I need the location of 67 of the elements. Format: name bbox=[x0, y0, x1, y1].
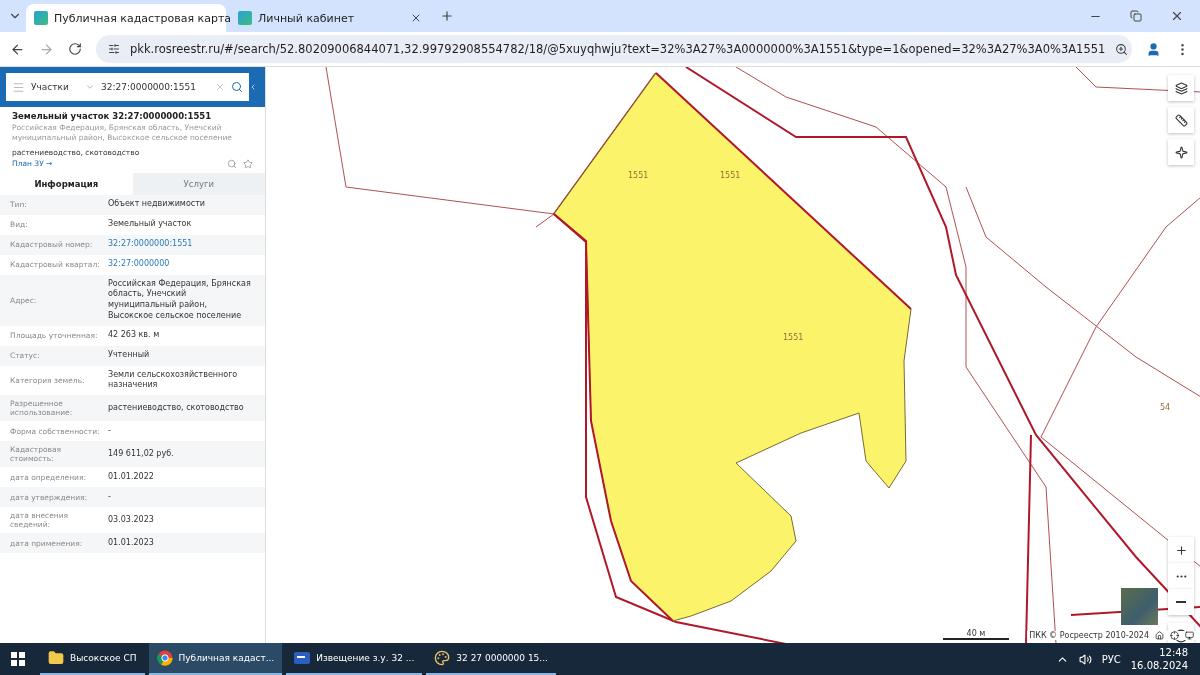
scale-bar: 40 м bbox=[943, 629, 1009, 640]
reload-button[interactable] bbox=[68, 42, 82, 56]
field-value: 149 611,02 руб. bbox=[108, 448, 175, 460]
parcel-number-label: 1551 bbox=[783, 333, 804, 342]
field-value: - bbox=[108, 425, 112, 437]
zoom-in-button[interactable] bbox=[1168, 537, 1194, 563]
document-icon bbox=[294, 650, 311, 666]
browser-icon bbox=[156, 650, 173, 666]
ruler-button[interactable] bbox=[1168, 107, 1194, 133]
minus-icon bbox=[1176, 601, 1186, 603]
field-value: 01.01.2022 bbox=[108, 471, 155, 483]
site-logo-icon bbox=[238, 11, 252, 25]
caret-icon bbox=[85, 82, 95, 92]
palette-icon bbox=[434, 650, 451, 666]
language-indicator[interactable]: РУС bbox=[1101, 653, 1121, 665]
ruler-icon bbox=[1174, 113, 1188, 127]
parcel-number-label: 1551 bbox=[628, 171, 649, 180]
star-icon[interactable] bbox=[243, 158, 253, 169]
new-tab-button[interactable] bbox=[440, 9, 454, 23]
field-value: - bbox=[108, 491, 112, 503]
field-link[interactable]: 32:27:0000000:1551 bbox=[108, 239, 253, 250]
parcel-number-label: 54 bbox=[1160, 403, 1171, 412]
field-value: 42 263 кв. м bbox=[108, 330, 161, 342]
collapse-icon[interactable] bbox=[249, 82, 257, 92]
site-logo-icon bbox=[34, 11, 48, 25]
field-value: Объект недвижимости bbox=[108, 199, 207, 210]
site-settings-icon[interactable] bbox=[108, 43, 120, 55]
field-value: Российская Федерация, Брянская область, Унечский муниципальный район, Высокское сельское поселение bbox=[108, 278, 252, 322]
taskbar-item[interactable]: Извещение з.у. 32 ... bbox=[286, 643, 423, 675]
layers-button[interactable] bbox=[1168, 75, 1194, 101]
attribution: ПКК © Росреестр 2010-2024 bbox=[1029, 631, 1149, 640]
profile-icon[interactable] bbox=[1146, 41, 1161, 57]
field-value: Земли сельскохозяйственного назначения bbox=[108, 369, 239, 392]
back-button[interactable] bbox=[10, 41, 25, 57]
field-value: Учтенный bbox=[108, 350, 151, 362]
taskbar-item[interactable]: Высокское СП bbox=[40, 643, 145, 675]
folder-icon bbox=[48, 650, 64, 666]
browser-tab[interactable]: Личный кабинет bbox=[230, 4, 430, 32]
plus-icon bbox=[1174, 543, 1188, 557]
search-icon[interactable] bbox=[231, 81, 243, 93]
field-value: 01.01.2023 bbox=[108, 537, 155, 549]
volume-icon[interactable] bbox=[1078, 652, 1092, 666]
info-tab[interactable]: Услуги bbox=[132, 172, 265, 195]
close-icon[interactable] bbox=[1170, 9, 1184, 23]
taskbar-item[interactable]: 32 27 0000000 15... bbox=[426, 643, 556, 675]
window-icon[interactable] bbox=[1185, 631, 1194, 640]
field-link[interactable]: 32:27:0000000 bbox=[108, 259, 253, 270]
restore-icon[interactable] bbox=[1130, 9, 1142, 23]
field-value: Земельный участок bbox=[108, 219, 193, 230]
close-icon[interactable] bbox=[410, 12, 422, 24]
field-value: 03.03.2023 bbox=[108, 514, 155, 526]
parcel-number-label: 1551 bbox=[720, 171, 741, 180]
sparkle-icon bbox=[1174, 145, 1188, 159]
crosshair-icon[interactable] bbox=[1170, 631, 1179, 640]
zoom-out-button[interactable] bbox=[1168, 589, 1194, 615]
taskbar-item[interactable]: Публичная кадаст... bbox=[148, 643, 283, 675]
zoom-icon[interactable] bbox=[1115, 42, 1129, 56]
sparkle-button[interactable] bbox=[1168, 139, 1194, 165]
field-value: растениеводство, скотоводство bbox=[108, 402, 245, 414]
address-bar[interactable]: pkk.rosreestr.ru/#/search/52.80209006844071,32.99792908554782/18/@5xuyqhwju?text=32%3A27%3A0000000%3A1551&type=1&opened=32%3A27%3A0%3A1551 bbox=[96, 35, 1132, 63]
category-dropdown[interactable]: Участки bbox=[31, 82, 79, 92]
search-field[interactable]: 32:27:0000000:1551 bbox=[101, 82, 209, 92]
satellite-thumbnail[interactable] bbox=[1121, 588, 1158, 625]
parcel-title: Земельный участок 32:27:0000000:1551 bbox=[12, 111, 213, 121]
clock[interactable]: 12:48 16.08.2024 bbox=[1130, 646, 1188, 672]
layers-icon bbox=[1174, 81, 1188, 95]
home-icon[interactable] bbox=[1155, 631, 1164, 640]
